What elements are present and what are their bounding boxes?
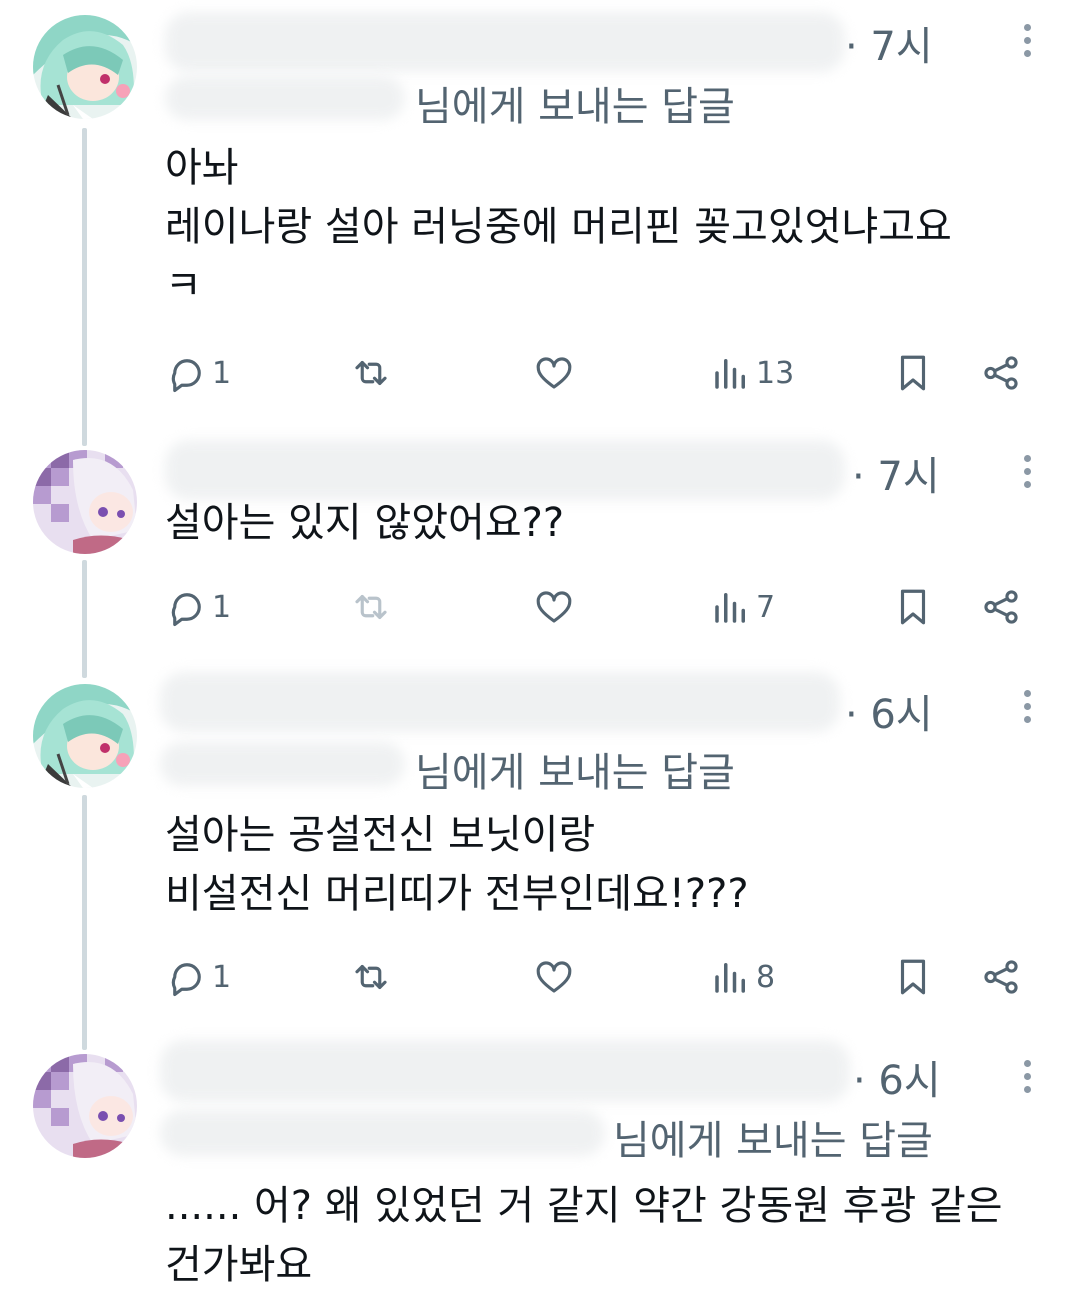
bookmark-icon [900, 589, 926, 625]
views-button[interactable]: 13 [710, 350, 794, 396]
thread-line [82, 560, 87, 678]
username-blur [165, 12, 845, 72]
share-icon [984, 356, 1018, 390]
retweet-icon [355, 360, 387, 386]
views-count: 7 [756, 589, 776, 625]
like-icon [536, 961, 572, 993]
reply-button[interactable]: 1 [166, 350, 231, 396]
tweet-text-line: 아놔 [165, 145, 239, 191]
retweet-button[interactable] [350, 954, 392, 1000]
views-button[interactable]: 7 [710, 584, 775, 630]
tweet-text-line: 레이나랑 설아 러닝중에 머리핀 꽂고있엇냐고요 [165, 204, 952, 250]
like-icon [536, 357, 572, 389]
handle-blur [165, 76, 405, 120]
tweet-text: ...... 어? 왜 있었던 거 같지 약간 강동원 후광 같은 건가봐요 [165, 1177, 1045, 1295]
share-icon [984, 960, 1018, 994]
username-blur [160, 672, 840, 732]
tweet-text: 설아는 있지 않았어요?? [165, 494, 1045, 553]
more-icon[interactable] [1022, 1060, 1032, 1098]
tweet-text: 설아는 공설전신 보닛이랑 비설전신 머리띠가 전부인데요!??? [165, 806, 1045, 924]
reply-button[interactable]: 1 [166, 584, 231, 630]
avatar[interactable] [33, 1054, 137, 1158]
tweet-text-line: 설아는 공설전신 보닛이랑 [165, 812, 596, 858]
like-button[interactable] [533, 350, 575, 396]
more-icon[interactable] [1022, 690, 1032, 728]
username-blur [160, 1040, 850, 1102]
like-icon [536, 591, 572, 623]
reply-icon [171, 593, 201, 627]
reply-count: 1 [212, 959, 232, 995]
retweet-button[interactable] [350, 350, 392, 396]
share-button[interactable] [980, 350, 1022, 396]
replying-to: 님에게 보내는 답글 [415, 750, 735, 796]
retweet-button[interactable] [350, 584, 392, 630]
replying-to: 님에게 보내는 답글 [415, 84, 735, 130]
views-count: 13 [756, 355, 795, 391]
tweet-text-line: ...... 어? 왜 있었던 거 같지 약간 강동원 후광 같은 [165, 1183, 1003, 1229]
reply-icon [171, 359, 201, 393]
share-icon [984, 590, 1018, 624]
views-icon [715, 359, 745, 389]
reply-button[interactable]: 1 [166, 954, 231, 1000]
tweet-time: · 6시 [845, 692, 933, 738]
retweet-icon [355, 964, 387, 990]
tweet-time: · 6시 [853, 1058, 941, 1104]
share-button[interactable] [980, 954, 1022, 1000]
thread-line [82, 128, 87, 446]
views-button[interactable]: 8 [710, 954, 775, 1000]
bookmark-button[interactable] [892, 350, 934, 396]
bookmark-button[interactable] [892, 584, 934, 630]
thread-line [82, 795, 87, 1050]
reply-count: 1 [212, 589, 232, 625]
reply-count: 1 [212, 355, 232, 391]
avatar[interactable] [33, 684, 137, 788]
reply-icon [171, 963, 201, 997]
tweet-text-line: 건가봐요 [165, 1242, 313, 1288]
bookmark-icon [900, 959, 926, 995]
like-button[interactable] [533, 954, 575, 1000]
bookmark-icon [900, 355, 926, 391]
handle-blur [160, 742, 405, 786]
more-icon[interactable] [1022, 24, 1032, 62]
avatar[interactable] [33, 15, 137, 119]
handle-blur [160, 1110, 605, 1156]
replying-to: 님에게 보내는 답글 [613, 1118, 933, 1164]
tweet-time: · 7시 [845, 24, 933, 70]
tweet-text-line: ㅋ [165, 263, 202, 309]
tweet-text: 아놔 레이나랑 설아 러닝중에 머리핀 꽂고있엇냐고요 ㅋ [165, 139, 1045, 316]
username-blur [165, 440, 845, 500]
views-icon [715, 963, 745, 993]
like-button[interactable] [533, 584, 575, 630]
retweet-icon [355, 594, 387, 620]
share-button[interactable] [980, 584, 1022, 630]
tweet-text-line: 설아는 있지 않았어요?? [165, 500, 565, 546]
avatar[interactable] [33, 450, 137, 554]
tweet-text-line: 비설전신 머리띠가 전부인데요!??? [165, 871, 749, 917]
more-icon[interactable] [1022, 455, 1032, 493]
bookmark-button[interactable] [892, 954, 934, 1000]
views-icon [715, 593, 745, 623]
views-count: 8 [756, 959, 776, 995]
